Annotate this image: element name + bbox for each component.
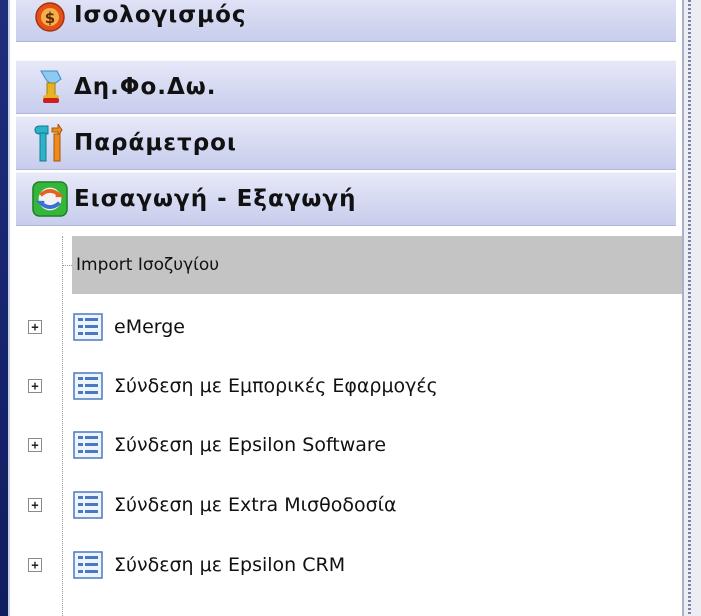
tree-item-epsilon-crm[interactable]: + Σύνδεση με Epsilon CRM — [28, 540, 345, 590]
tree-item-label: Σύνδεση με Epsilon CRM — [114, 554, 346, 576]
group-header-dhfodo[interactable]: Δη.Φο.Δω. — [16, 60, 676, 114]
group-label: Δη.Φο.Δω. — [74, 74, 217, 100]
group-header-parameters[interactable]: Παράμετροι — [16, 116, 676, 170]
tree-item-label: Σύνδεση με Epsilon Software — [114, 434, 387, 456]
money-bag-icon: $ — [32, 0, 68, 33]
tree-connector-branch — [62, 265, 72, 266]
tree-item-import-balance[interactable]: Import Ισοζυγίου — [72, 236, 682, 294]
document-list-icon — [73, 551, 103, 579]
expand-icon[interactable]: + — [28, 438, 42, 452]
document-list-icon — [73, 313, 103, 341]
tools-icon — [32, 124, 68, 162]
tree-item-epsilon-software[interactable]: + Σύνδεση με Epsilon Software — [28, 420, 386, 470]
group-header-balance[interactable]: $ Ισολογισμός — [16, 0, 676, 42]
tree-item-commercial-apps[interactable]: + Σύνδεση με Εμπορικές Εφαρμογές — [28, 361, 438, 411]
tree-item-label: Σύνδεση με Εμπορικές Εφαρμογές — [114, 375, 438, 397]
tree-item-label: eMerge — [114, 316, 185, 338]
expand-icon[interactable]: + — [28, 320, 42, 334]
tree-item-emerge[interactable]: + eMerge — [28, 302, 185, 352]
tree-item-extra-payroll[interactable]: + Σύνδεση με Extra Μισθοδοσία — [28, 480, 397, 530]
group-label: Εισαγωγή - Εξαγωγή — [74, 186, 357, 212]
import-export-icon — [32, 181, 68, 217]
expand-icon[interactable]: + — [28, 498, 42, 512]
group-label: Ισολογισμός — [74, 2, 247, 28]
document-list-icon — [73, 372, 103, 400]
panel-splitter[interactable] — [682, 0, 701, 616]
left-border-strip — [0, 0, 8, 616]
document-list-icon — [73, 491, 103, 519]
group-label: Παράμετροι — [74, 130, 237, 156]
expand-icon[interactable]: + — [28, 379, 42, 393]
svg-text:$: $ — [45, 9, 55, 27]
group-header-import-export[interactable]: Εισαγωγή - Εξαγωγή — [16, 172, 676, 226]
expand-icon[interactable]: + — [28, 558, 42, 572]
trophy-icon — [32, 69, 68, 105]
tree-item-label: Σύνδεση με Extra Μισθοδοσία — [114, 494, 397, 516]
document-list-icon — [73, 431, 103, 459]
tree-item-label: Import Ισοζυγίου — [76, 255, 220, 275]
